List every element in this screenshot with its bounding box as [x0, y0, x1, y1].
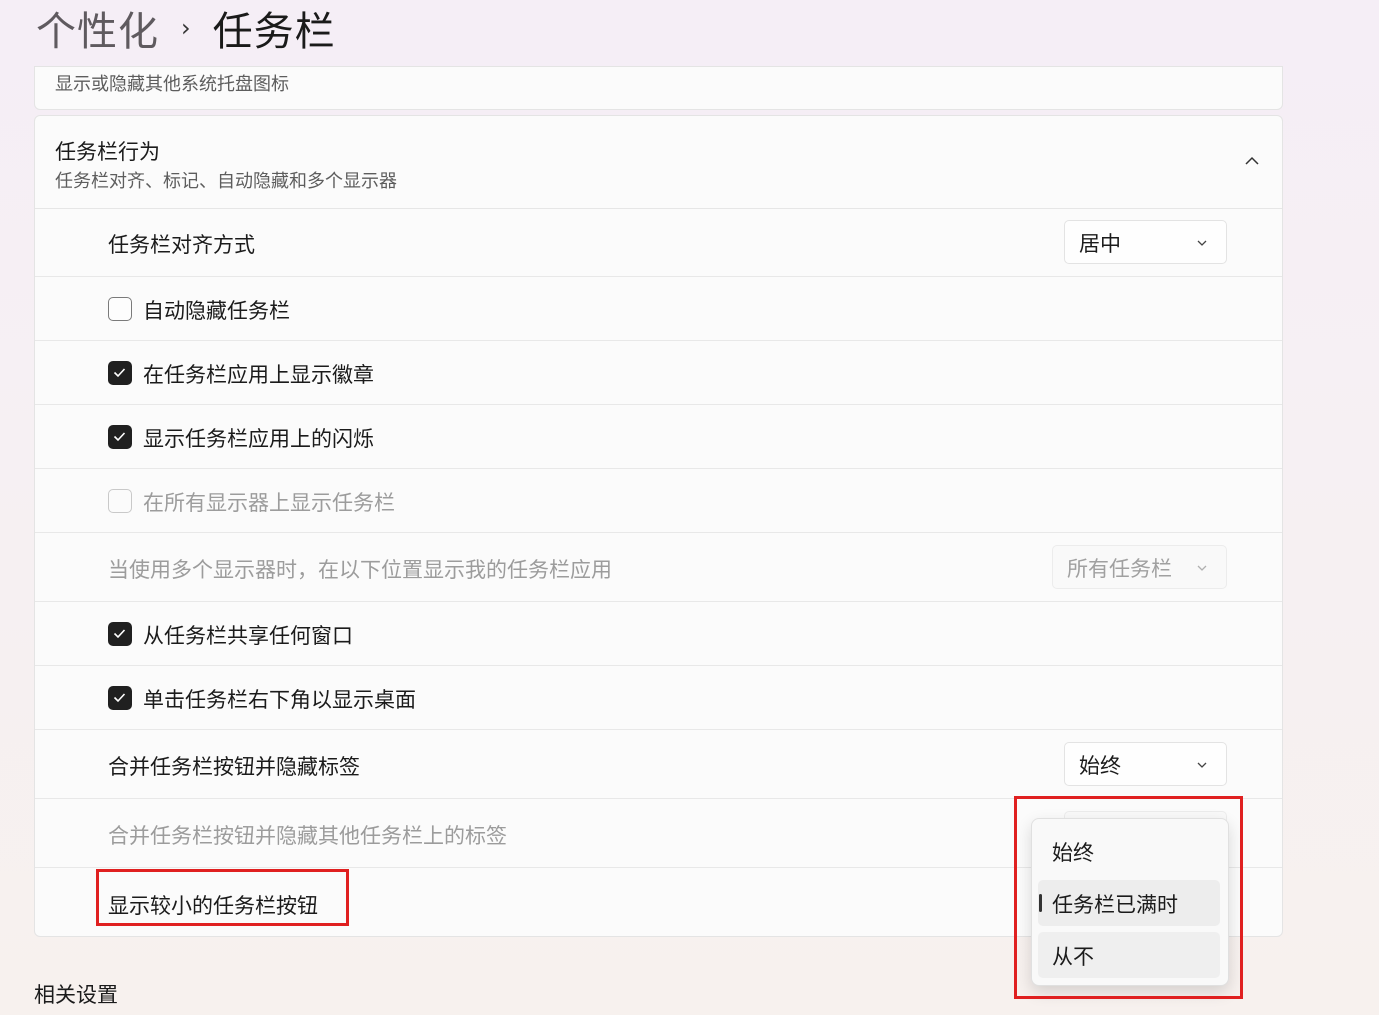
- auto-hide-checkbox[interactable]: [108, 297, 132, 321]
- combine-value: 始终: [1079, 754, 1121, 778]
- tray-icons-card[interactable]: 显示或隐藏其他系统托盘图标: [34, 66, 1283, 110]
- highlight-box-small-buttons: [96, 869, 349, 926]
- far-corner-label: 单击任务栏右下角以显示桌面: [143, 688, 416, 712]
- auto-hide-label: 自动隐藏任务栏: [143, 299, 290, 323]
- all-displays-row: 在所有显示器上显示任务栏: [35, 469, 1282, 533]
- breadcrumb-separator-icon: ›: [181, 14, 191, 42]
- tray-icons-subtitle: 显示或隐藏其他系统托盘图标: [55, 74, 289, 95]
- related-settings-heading: 相关设置: [34, 983, 118, 1007]
- alignment-label: 任务栏对齐方式: [108, 233, 255, 257]
- breadcrumb-parent[interactable]: 个性化: [36, 0, 159, 57]
- auto-hide-row[interactable]: 自动隐藏任务栏: [35, 277, 1282, 341]
- page-title: 任务栏: [212, 9, 336, 55]
- alignment-row: 任务栏对齐方式 居中: [35, 208, 1282, 277]
- combine-label: 合并任务栏按钮并隐藏标签: [108, 755, 360, 779]
- badges-row[interactable]: 在任务栏应用上显示徽章: [35, 341, 1282, 405]
- chevron-down-icon: [1197, 240, 1207, 246]
- flashing-checkbox[interactable]: [108, 425, 132, 449]
- share-window-row[interactable]: 从任务栏共享任何窗口: [35, 602, 1282, 666]
- section-description: 任务栏对齐、标记、自动隐藏和多个显示器: [55, 171, 397, 192]
- highlight-box-dropdown-menu: [1014, 796, 1243, 999]
- section-title: 任务栏行为: [55, 140, 160, 164]
- checkmark-icon: [113, 368, 126, 378]
- chevron-down-icon: [1197, 565, 1207, 571]
- far-corner-checkbox[interactable]: [108, 686, 132, 710]
- all-displays-label: 在所有显示器上显示任务栏: [143, 491, 395, 515]
- flashing-row[interactable]: 显示任务栏应用上的闪烁: [35, 405, 1282, 469]
- share-window-checkbox[interactable]: [108, 622, 132, 646]
- multi-display-apps-row: 当使用多个显示器时，在以下位置显示我的任务栏应用 所有任务栏: [35, 533, 1282, 602]
- far-corner-row[interactable]: 单击任务栏右下角以显示桌面: [35, 666, 1282, 730]
- flashing-label: 显示任务栏应用上的闪烁: [143, 427, 374, 451]
- badges-label: 在任务栏应用上显示徽章: [143, 363, 374, 387]
- all-displays-checkbox: [108, 489, 132, 513]
- multi-display-apps-label: 当使用多个显示器时，在以下位置显示我的任务栏应用: [108, 558, 612, 582]
- multi-display-apps-value: 所有任务栏: [1067, 557, 1172, 581]
- combine-row: 合并任务栏按钮并隐藏标签 始终: [35, 730, 1282, 799]
- chevron-down-icon: [1197, 762, 1207, 768]
- breadcrumb: 个性化 › 任务栏: [36, 0, 336, 57]
- chevron-up-icon[interactable]: [1242, 151, 1262, 171]
- checkmark-icon: [113, 693, 126, 703]
- taskbar-behavior-header[interactable]: 任务栏行为 任务栏对齐、标记、自动隐藏和多个显示器: [35, 116, 1282, 209]
- combine-dropdown[interactable]: 始终: [1064, 742, 1227, 786]
- checkmark-icon: [113, 629, 126, 639]
- multi-display-apps-dropdown: 所有任务栏: [1052, 545, 1227, 589]
- alignment-dropdown[interactable]: 居中: [1064, 220, 1227, 264]
- alignment-value: 居中: [1079, 232, 1121, 256]
- checkmark-icon: [113, 432, 126, 442]
- combine-other-label: 合并任务栏按钮并隐藏其他任务栏上的标签: [108, 824, 507, 848]
- badges-checkbox[interactable]: [108, 361, 132, 385]
- share-window-label: 从任务栏共享任何窗口: [143, 624, 353, 648]
